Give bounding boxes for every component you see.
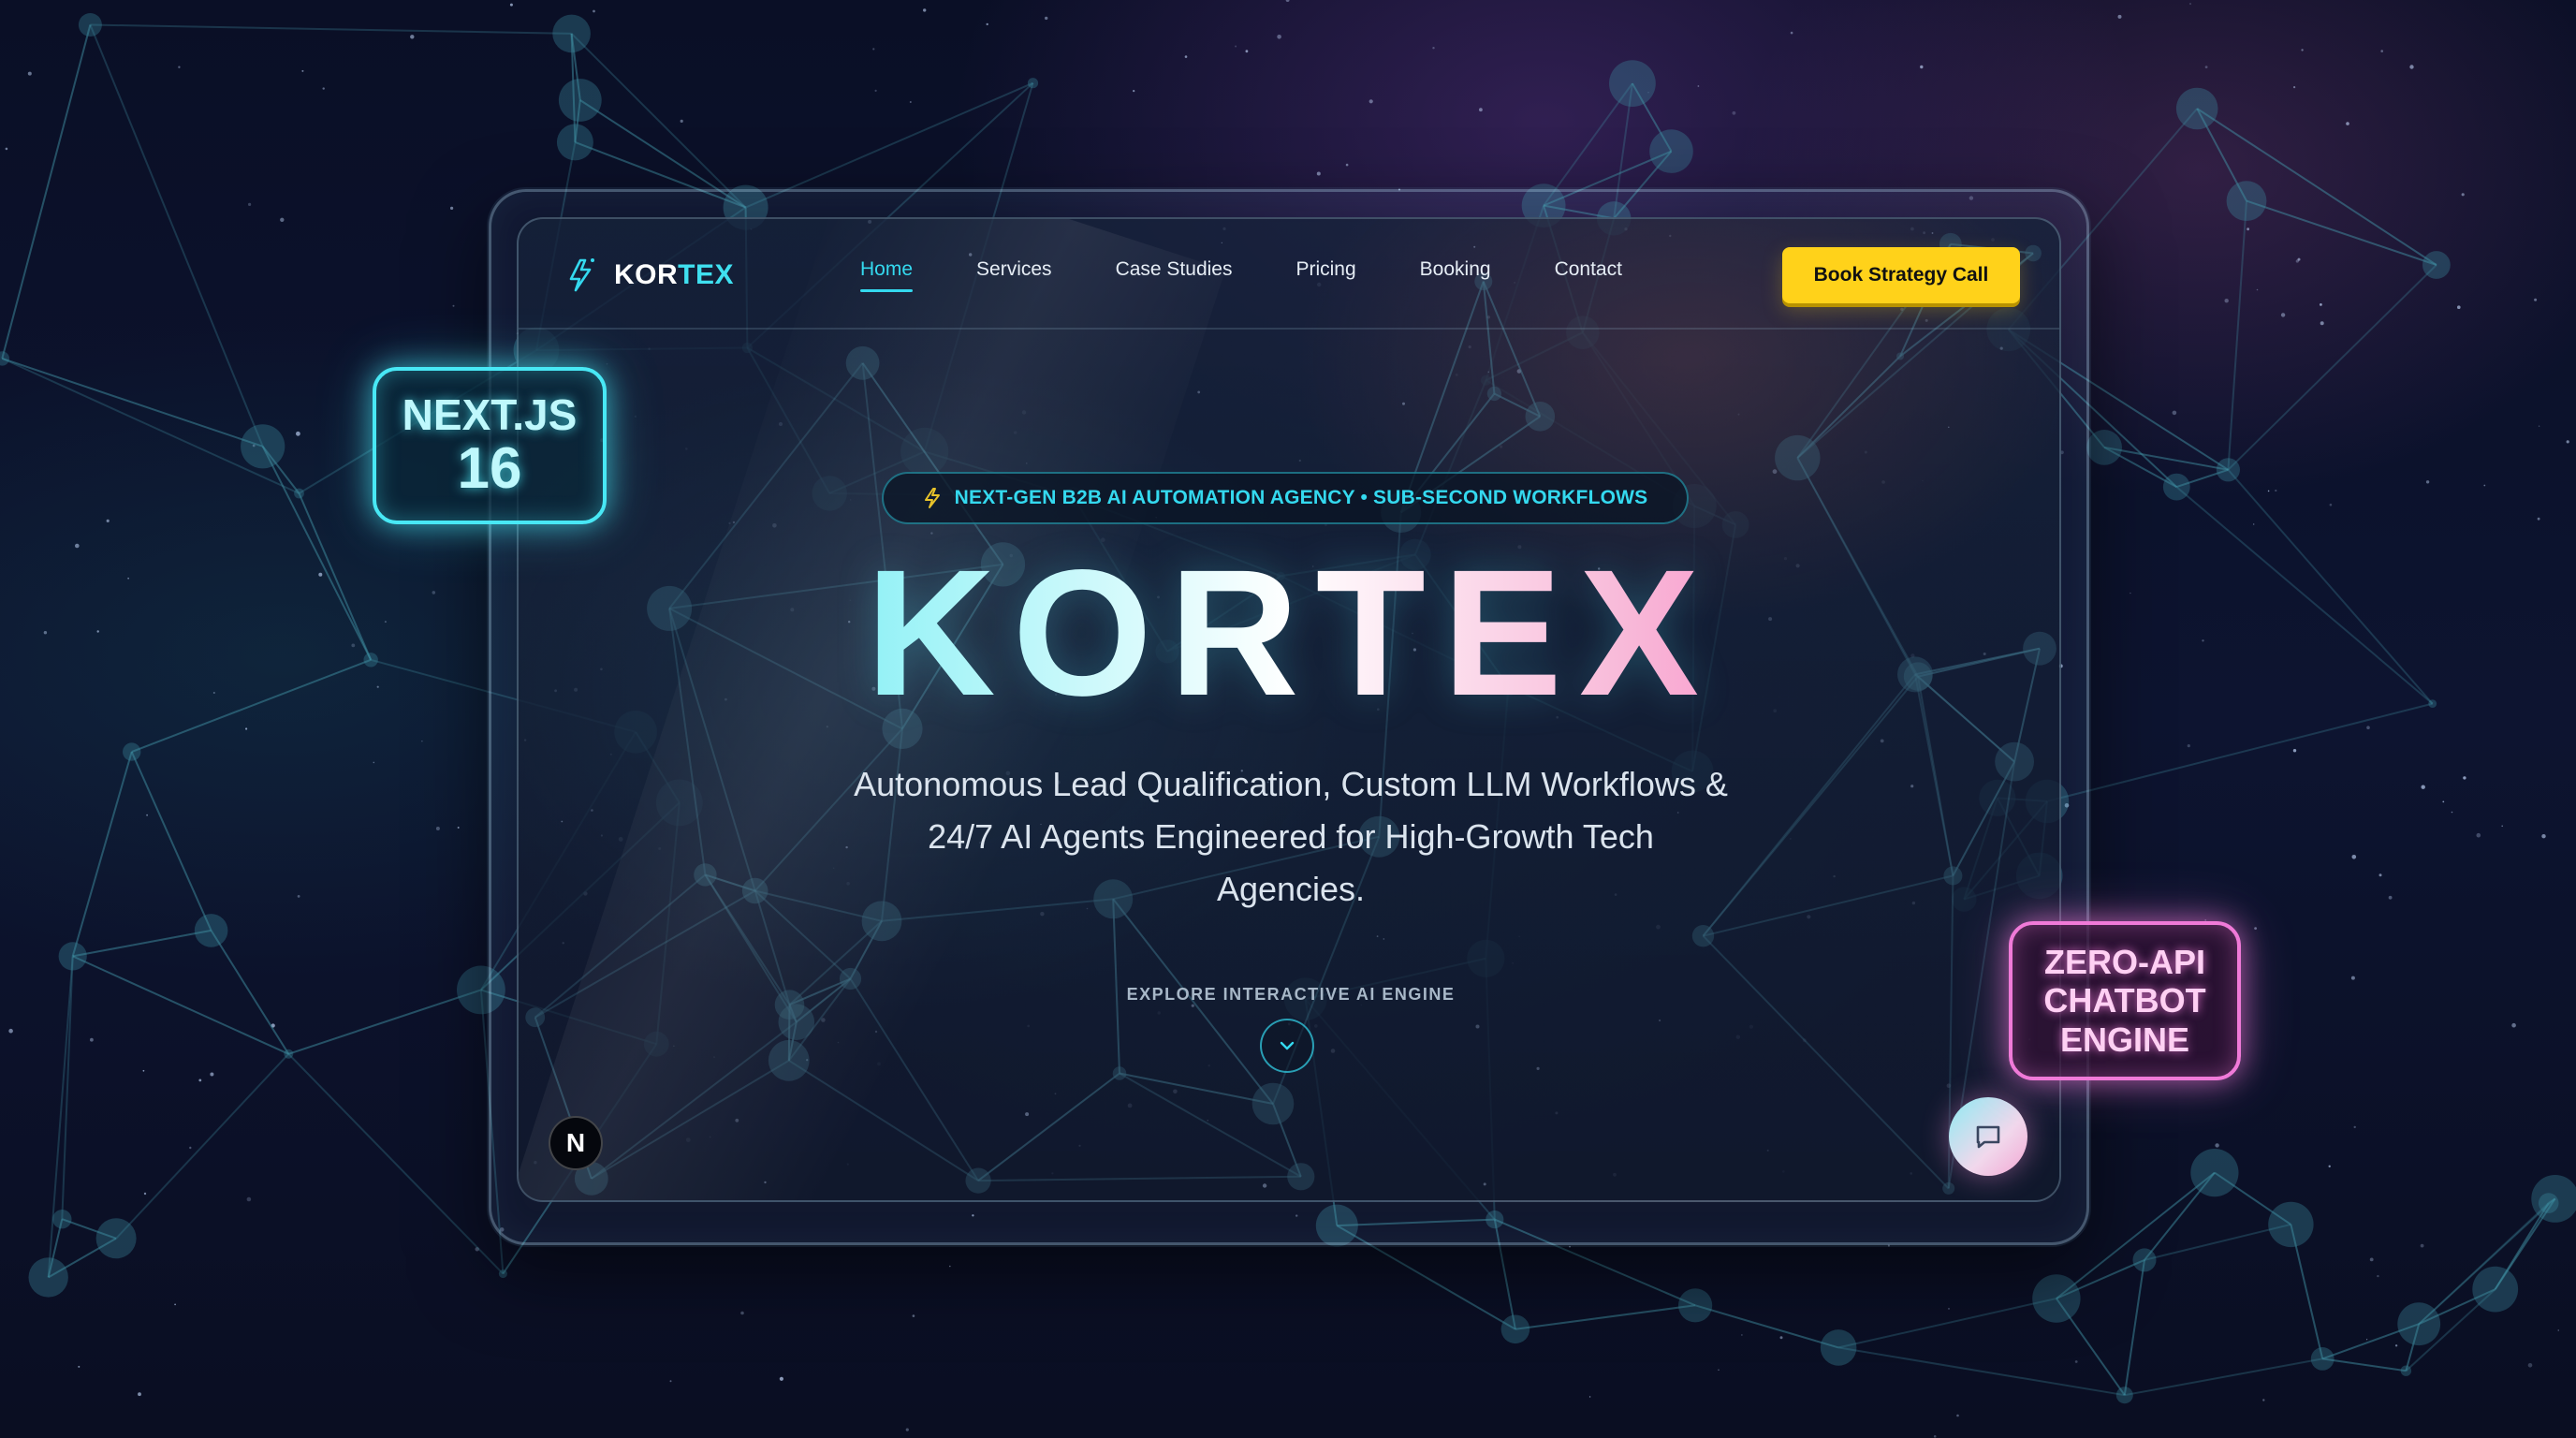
logo-wordmark: KORTEX [614, 259, 734, 291]
tagline-text: NEXT-GEN B2B AI AUTOMATION AGENCY • SUB-… [954, 487, 1648, 508]
chatbot-badge-line: CHATBOT [2043, 981, 2206, 1020]
nav-booking[interactable]: Booking [1420, 258, 1491, 292]
nav-services[interactable]: Services [976, 258, 1052, 292]
navbar: KORTEX Home Services Case Studies Pricin… [519, 219, 2059, 330]
chat-launcher-button[interactable] [1949, 1097, 2027, 1176]
nextjs-badge-line1: NEXT.JS [402, 390, 578, 440]
chevron-down-icon [1280, 1041, 1295, 1050]
hero-subtitle: Autonomous Lead Qualification, Custom LL… [823, 758, 1759, 916]
nav-case-studies[interactable]: Case Studies [1116, 258, 1233, 292]
nav-links: Home Services Case Studies Pricing Booki… [860, 258, 1686, 292]
nav-contact[interactable]: Contact [1555, 258, 1622, 292]
logo-text-part2: TEX [678, 259, 735, 290]
nav-home[interactable]: Home [860, 258, 914, 292]
explore-scroll-button[interactable] [1260, 1019, 1314, 1073]
website-viewport: KORTEX Home Services Case Studies Pricin… [517, 217, 2061, 1202]
hero-title: KORTEX [519, 543, 2059, 723]
lightning-bolt-icon [924, 488, 940, 508]
scene-background: KORTEX Home Services Case Studies Pricin… [0, 0, 2576, 1438]
nextjs-dev-badge[interactable]: N [549, 1116, 603, 1170]
nav-pricing[interactable]: Pricing [1295, 258, 1355, 292]
nextjs-badge-line2: 16 [457, 435, 522, 501]
chatbot-engine-badge: ZERO-API CHATBOT ENGINE [2009, 921, 2241, 1080]
lightning-bolt-icon [569, 258, 594, 292]
nextjs-badge: NEXT.JS 16 [373, 367, 607, 524]
logo-text-part1: KOR [614, 259, 679, 290]
tagline-pill: NEXT-GEN B2B AI AUTOMATION AGENCY • SUB-… [882, 472, 1689, 524]
explore-label: EXPLORE INTERACTIVE AI ENGINE [1126, 985, 1456, 1004]
logo[interactable]: KORTEX [565, 257, 734, 294]
chatbot-badge-line: ZERO-API [2043, 943, 2205, 982]
book-strategy-call-button[interactable]: Book Strategy Call [1782, 247, 2020, 303]
chat-bubble-icon [1976, 1125, 2000, 1149]
chatbot-badge-line: ENGINE [2059, 1020, 2190, 1059]
hero-subtitle-line: 24/7 AI Agents Engineered for High-Growt… [928, 817, 1654, 856]
hero-subtitle-line: Autonomous Lead Qualification, Custom LL… [854, 765, 1728, 803]
hero-subtitle-line: Agencies. [1216, 870, 1366, 908]
